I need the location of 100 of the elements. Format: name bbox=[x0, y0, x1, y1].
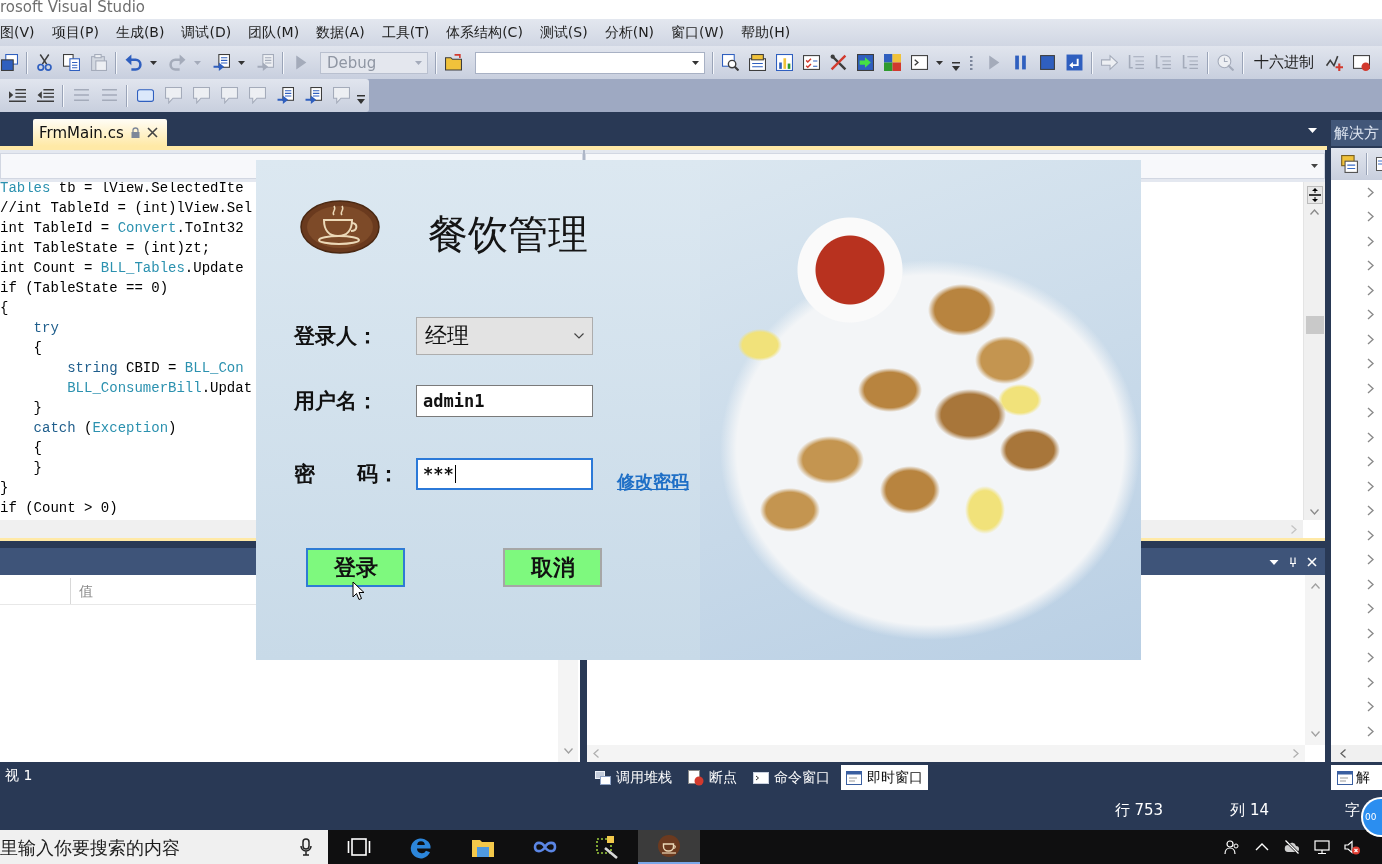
microphone-icon[interactable] bbox=[300, 838, 312, 856]
menu-item[interactable]: 窗口(W) bbox=[662, 21, 733, 44]
scrollbar-thumb[interactable] bbox=[1305, 316, 1324, 334]
chevron-right-icon[interactable] bbox=[1367, 358, 1374, 370]
monitor-icon[interactable] bbox=[1314, 839, 1330, 855]
dropdown[interactable]: 经理 bbox=[416, 317, 593, 355]
close-icon[interactable] bbox=[146, 127, 158, 138]
document-tab[interactable]: FrmMain.cs bbox=[33, 119, 167, 146]
menu-item[interactable]: 工具(T) bbox=[373, 21, 438, 44]
window-icon[interactable] bbox=[1353, 54, 1370, 71]
caret-icon[interactable] bbox=[1311, 164, 1318, 168]
chevron-right-icon[interactable] bbox=[1367, 211, 1374, 223]
undo-icon[interactable] bbox=[125, 54, 142, 71]
dropdown-arrow-icon[interactable] bbox=[1308, 128, 1317, 133]
copy-icon[interactable] bbox=[63, 54, 80, 71]
menu-item[interactable]: 团队(M) bbox=[239, 21, 308, 44]
chevron-right-icon[interactable] bbox=[1367, 284, 1374, 296]
stop-icon[interactable] bbox=[1039, 54, 1056, 71]
documents-icon[interactable] bbox=[1, 54, 18, 71]
arrow-box-icon[interactable] bbox=[857, 54, 874, 71]
chevron-right-icon[interactable] bbox=[1367, 652, 1374, 664]
people-icon[interactable] bbox=[1224, 839, 1240, 855]
menu-item[interactable]: 分析(N) bbox=[596, 21, 663, 44]
rectangle-icon[interactable] bbox=[136, 87, 154, 104]
chevron-right-icon[interactable] bbox=[1367, 725, 1374, 737]
chevron-right-icon[interactable] bbox=[1367, 333, 1374, 345]
document-arrow-icon[interactable] bbox=[213, 54, 230, 71]
caret-icon[interactable] bbox=[150, 60, 157, 65]
splitter-icon[interactable] bbox=[1306, 186, 1323, 204]
chevron-right-icon[interactable] bbox=[1367, 235, 1374, 247]
checklist-icon[interactable] bbox=[803, 54, 820, 71]
chevron-right-icon[interactable] bbox=[1367, 431, 1374, 443]
indent-icon[interactable] bbox=[8, 87, 26, 104]
menu-item[interactable]: 测试(S) bbox=[531, 21, 597, 44]
taskbar-button[interactable] bbox=[638, 830, 700, 864]
panel-tab[interactable]: 断点 bbox=[683, 765, 742, 790]
chevron-right-icon[interactable] bbox=[1367, 480, 1374, 492]
chevron-right-icon[interactable] bbox=[1367, 505, 1374, 517]
chevron-right-icon[interactable] bbox=[1367, 407, 1374, 419]
menu-item[interactable]: 图(V) bbox=[0, 21, 43, 44]
bar-chart-icon[interactable] bbox=[776, 54, 793, 71]
console-icon[interactable] bbox=[911, 54, 928, 71]
toolbar-button[interactable]: 十六进制 bbox=[1247, 51, 1321, 74]
tools-icon[interactable] bbox=[830, 54, 847, 71]
panel-tab[interactable]: 调用堆栈 bbox=[590, 765, 677, 790]
horizontal-scrollbar[interactable] bbox=[587, 745, 1305, 762]
overflow-icon[interactable] bbox=[357, 94, 365, 105]
chevron-right-icon[interactable] bbox=[1367, 701, 1374, 713]
grip-icon[interactable] bbox=[970, 54, 973, 71]
chevron-right-icon[interactable] bbox=[1367, 382, 1374, 394]
overflow-icon[interactable] bbox=[952, 61, 960, 72]
chevron-right-icon[interactable] bbox=[1367, 309, 1374, 321]
chevron-right-icon[interactable] bbox=[1367, 529, 1374, 541]
input-field[interactable]: *** bbox=[416, 458, 593, 490]
input-field[interactable]: admin1 bbox=[416, 385, 593, 417]
menu-item[interactable]: 帮助(H) bbox=[732, 21, 799, 44]
panel-tab[interactable]: 命令窗口 bbox=[748, 765, 835, 790]
chevron-right-icon[interactable] bbox=[1367, 578, 1374, 590]
caret-icon[interactable] bbox=[238, 60, 245, 65]
chevron-right-icon[interactable] bbox=[1367, 676, 1374, 688]
card-icon[interactable] bbox=[749, 54, 766, 71]
document-icon[interactable] bbox=[1376, 156, 1382, 172]
panel-tab[interactable]: 视 1 bbox=[0, 763, 38, 789]
pin-icon[interactable] bbox=[1288, 556, 1298, 567]
menu-item[interactable]: 项目(P) bbox=[43, 21, 108, 44]
speaker-muted-icon[interactable] bbox=[1344, 839, 1360, 855]
vertical-scrollbar[interactable] bbox=[1303, 182, 1325, 520]
graph-icon[interactable] bbox=[1326, 54, 1343, 71]
document-arrow-icon[interactable] bbox=[276, 87, 294, 104]
restart-icon[interactable] bbox=[1066, 54, 1083, 71]
pause-icon[interactable] bbox=[1012, 54, 1029, 71]
vertical-scrollbar[interactable] bbox=[1305, 575, 1325, 745]
cloud-slash-icon[interactable] bbox=[1284, 839, 1300, 855]
chevron-right-icon[interactable] bbox=[1367, 186, 1374, 198]
menu-item[interactable]: 体系结构(C) bbox=[437, 21, 532, 44]
dialog-button[interactable]: 登录 bbox=[306, 548, 405, 587]
document-arrow-icon[interactable] bbox=[304, 87, 322, 104]
panel-tab[interactable]: 即时窗口 bbox=[841, 765, 928, 790]
search-box[interactable]: 里输入你要搜索的内容 bbox=[0, 830, 328, 864]
chevron-right-icon[interactable] bbox=[1367, 456, 1374, 468]
chevron-right-icon[interactable] bbox=[1367, 260, 1374, 272]
outdent-icon[interactable] bbox=[36, 87, 54, 104]
documents-icon[interactable] bbox=[1340, 155, 1358, 173]
menu-item[interactable]: 生成(B) bbox=[107, 21, 173, 44]
menu-item[interactable]: 调试(D) bbox=[172, 21, 240, 44]
caret-icon[interactable] bbox=[936, 60, 943, 65]
panel-tab[interactable]: 解 bbox=[1331, 765, 1382, 790]
folder-icon[interactable] bbox=[445, 54, 462, 71]
caret-icon[interactable] bbox=[692, 60, 699, 65]
chevron-right-icon[interactable] bbox=[1367, 603, 1374, 615]
scissors-icon[interactable] bbox=[36, 54, 53, 71]
chevron-right-icon[interactable] bbox=[1367, 627, 1374, 639]
magnifier-icon[interactable] bbox=[722, 54, 739, 71]
chevron-right-icon[interactable] bbox=[1367, 554, 1374, 566]
dialog-button[interactable]: 取消 bbox=[503, 548, 602, 587]
menu-item[interactable]: 数据(A) bbox=[307, 21, 374, 44]
chevron-down-icon[interactable] bbox=[574, 333, 584, 339]
grid-icon[interactable] bbox=[884, 54, 901, 71]
text-link[interactable]: 修改密码 bbox=[617, 470, 689, 494]
horizontal-scrollbar[interactable] bbox=[1331, 745, 1382, 762]
